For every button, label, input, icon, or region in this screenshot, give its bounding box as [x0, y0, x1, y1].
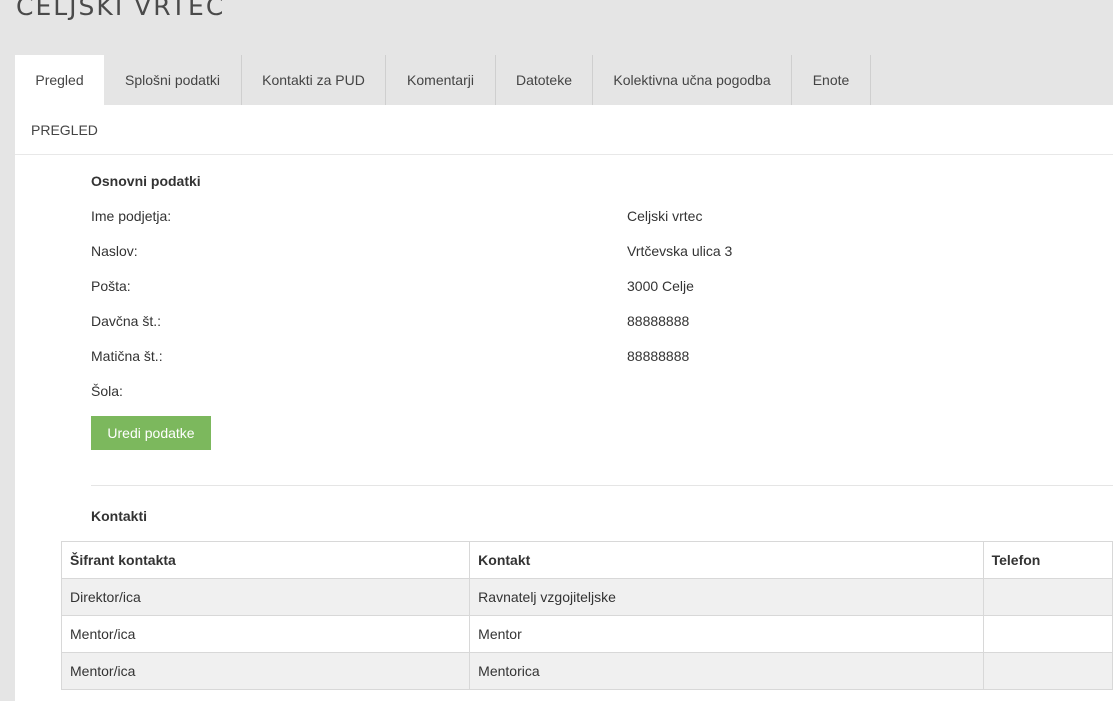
tab-datoteke[interactable]: Datoteke: [496, 55, 593, 105]
column-header-contact[interactable]: Kontakt: [469, 541, 984, 579]
tab-pregled[interactable]: Pregled: [15, 55, 104, 105]
cell-contact: Mentorica: [469, 652, 984, 690]
edit-data-button[interactable]: Uredi podatke: [91, 416, 211, 450]
column-header-phone[interactable]: Telefon: [982, 541, 1113, 579]
field-label-registration-number: Matična št.:: [91, 348, 163, 364]
field-label-post: Pošta:: [91, 278, 131, 294]
tab-bar: Pregled Splošni podatki Kontakti za PUD …: [15, 55, 871, 105]
tab-komentarji[interactable]: Komentarji: [386, 55, 496, 105]
field-label-tax-number: Davčna št.:: [91, 313, 162, 329]
tab-kolektivna-ucna-pogodba[interactable]: Kolektivna učna pogodba: [593, 55, 792, 105]
tab-enote[interactable]: Enote: [792, 55, 871, 105]
table-row[interactable]: Mentor/ica Mentor: [60, 615, 1113, 653]
cell-phone: [982, 652, 1113, 690]
field-value-tax-number: 88888888: [627, 313, 690, 329]
cell-contact-code: Mentor/ica: [60, 652, 471, 690]
field-value-post: 3000 Celje: [627, 278, 694, 294]
page-title: CELJSKI VRTEC: [16, 0, 226, 21]
field-value-company-name: Celjski vrtec: [627, 208, 703, 224]
field-label-company-name: Ime podjetja:: [91, 208, 172, 224]
cell-contact-code: Mentor/ica: [60, 615, 471, 653]
cell-contact: Ravnatelj vzgojiteljske: [469, 578, 984, 616]
cell-contact: Mentor: [469, 615, 984, 653]
column-header-contact-code[interactable]: Šifrant kontakta: [60, 541, 471, 579]
contacts-table: Šifrant kontakta Kontakt Telefon Direkto…: [60, 541, 1113, 690]
section-divider: [91, 485, 1113, 486]
tab-kontakti-za-pud[interactable]: Kontakti za PUD: [242, 55, 386, 105]
table-row[interactable]: Mentor/ica Mentorica: [60, 652, 1113, 690]
cell-phone: [982, 615, 1113, 653]
table-header-row: Šifrant kontakta Kontakt Telefon: [60, 541, 1113, 579]
tab-splosni-podatki[interactable]: Splošni podatki: [104, 55, 242, 105]
panel-header: PREGLED: [15, 105, 1113, 155]
field-value-address: Vrtčevska ulica 3: [627, 243, 733, 259]
overview-panel: PREGLED Osnovni podatki Ime podjetja: Ce…: [15, 105, 1113, 701]
cell-contact-code: Direktor/ica: [60, 578, 471, 616]
field-value-registration-number: 88888888: [627, 348, 690, 364]
field-label-address: Naslov:: [91, 243, 138, 259]
table-row[interactable]: Direktor/ica Ravnatelj vzgojiteljske: [60, 578, 1113, 616]
field-label-school: Šola:: [91, 383, 123, 399]
basic-data-title: Osnovni podatki: [91, 173, 201, 189]
contacts-title: Kontakti: [91, 508, 147, 524]
cell-phone: [982, 578, 1113, 616]
